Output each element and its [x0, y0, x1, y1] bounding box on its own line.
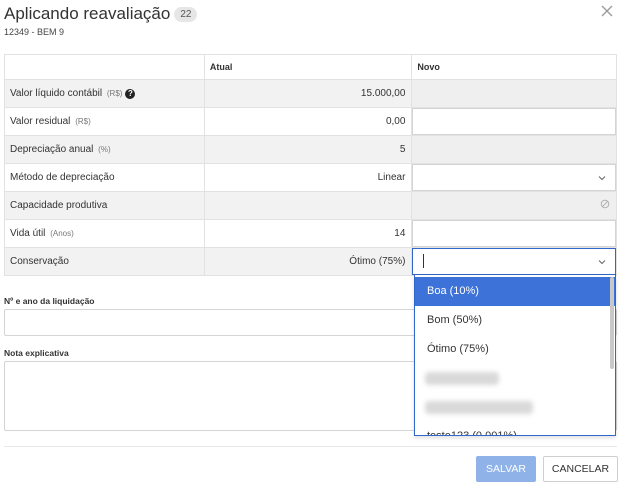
- dropdown-option-redacted[interactable]: [415, 393, 615, 422]
- vida-util-input[interactable]: [412, 220, 616, 247]
- row-label: Método de depreciação: [4, 163, 205, 192]
- column-header-atual: Atual: [203, 54, 413, 80]
- atual-value: 5: [203, 135, 413, 164]
- novo-cell: [411, 247, 617, 276]
- modal-title-text: Aplicando reavaliação: [4, 4, 171, 23]
- table-row: Depreciação anual (%) 5: [4, 135, 617, 164]
- atual-value: Ótimo (75%): [203, 247, 413, 276]
- table-header-row: Atual Novo: [4, 54, 617, 80]
- row-label: Depreciação anual (%): [4, 135, 205, 164]
- dropdown-option[interactable]: Boa (10%): [415, 277, 615, 306]
- text-cursor: [423, 254, 425, 268]
- redacted-text: [425, 372, 499, 385]
- conservacao-dropdown: Boa (10%) Bom (50%) Ótimo (75%) teste123…: [414, 275, 616, 436]
- atual-value: [203, 191, 413, 220]
- asset-subtitle: 12349 - BEM 9: [4, 27, 65, 37]
- row-label: Vida útil (Anos): [4, 219, 205, 248]
- atual-value: 15.000,00: [203, 79, 413, 108]
- cancel-button[interactable]: CANCELAR: [543, 456, 618, 482]
- valor-liquido-novo-disabled: [412, 80, 616, 107]
- conservacao-select[interactable]: [412, 248, 616, 275]
- row-label-text: Método de depreciação: [10, 172, 115, 183]
- dropdown-option-redacted[interactable]: [415, 364, 615, 393]
- table-row: Valor líquido contábil (R$)? 15.000,00: [4, 79, 617, 108]
- dropdown-scrollbar[interactable]: [610, 277, 614, 369]
- table-row: Vida útil (Anos) 14: [4, 219, 617, 248]
- row-label-text: Valor residual: [10, 116, 71, 127]
- help-icon[interactable]: ?: [125, 89, 136, 99]
- chevron-down-icon: [598, 260, 606, 265]
- close-icon[interactable]: [600, 4, 614, 18]
- table-row: Conservação Ótimo (75%): [4, 247, 617, 276]
- row-label: Valor líquido contábil (R$)?: [4, 79, 205, 108]
- row-unit: (R$): [75, 117, 91, 126]
- novo-cell: [411, 191, 617, 220]
- novo-cell: [411, 219, 617, 248]
- nota-explicativa-label: Nota explicativa: [4, 348, 69, 358]
- dropdown-option[interactable]: teste123 (0,001%): [415, 422, 615, 435]
- save-button[interactable]: SALVAR: [476, 456, 536, 482]
- novo-cell: [411, 135, 617, 164]
- table-row: Valor residual (R$) 0,00: [4, 107, 617, 136]
- row-label-text: Valor líquido contábil: [10, 88, 103, 99]
- modal-title: Aplicando reavaliação 22: [4, 4, 198, 24]
- footer-divider: [4, 446, 617, 447]
- depreciacao-novo-disabled: [412, 136, 616, 163]
- ban-icon: [600, 199, 610, 209]
- capacidade-produtiva-disabled: [412, 192, 616, 219]
- column-header-novo: Novo: [411, 54, 617, 80]
- valor-residual-input[interactable]: [412, 108, 616, 135]
- redacted-text: [425, 401, 533, 414]
- chevron-down-icon: [598, 176, 606, 181]
- row-label-text: Depreciação anual: [10, 144, 94, 155]
- row-label-text: Vida útil: [10, 228, 46, 239]
- table-row: Método de depreciação Linear: [4, 163, 617, 192]
- row-label: Valor residual (R$): [4, 107, 205, 136]
- row-unit: (%): [98, 145, 111, 154]
- metodo-depreciacao-select[interactable]: [412, 164, 616, 191]
- revaluation-table: Atual Novo Valor líquido contábil (R$)? …: [4, 54, 617, 276]
- novo-cell: [411, 163, 617, 192]
- atual-value: Linear: [203, 163, 413, 192]
- row-label: Capacidade produtiva: [4, 191, 205, 220]
- atual-value: 14: [203, 219, 413, 248]
- row-label-text: Conservação: [10, 256, 69, 267]
- novo-cell: [411, 79, 617, 108]
- novo-cell: [411, 107, 617, 136]
- header-empty-cell: [4, 54, 205, 80]
- row-label-text: Capacidade produtiva: [10, 200, 108, 211]
- dropdown-option[interactable]: Bom (50%): [415, 306, 615, 335]
- row-label: Conservação: [4, 247, 205, 276]
- atual-value: 0,00: [203, 107, 413, 136]
- liquidacao-label: Nº e ano da liquidação: [4, 296, 95, 306]
- row-unit: (R$): [106, 89, 123, 98]
- count-badge: 22: [174, 7, 198, 22]
- modal-header: Aplicando reavaliação 22 12349 - BEM 9: [4, 2, 621, 42]
- table-row: Capacidade produtiva: [4, 191, 617, 220]
- row-unit: (Anos): [50, 229, 74, 238]
- dropdown-option[interactable]: Ótimo (75%): [415, 335, 615, 364]
